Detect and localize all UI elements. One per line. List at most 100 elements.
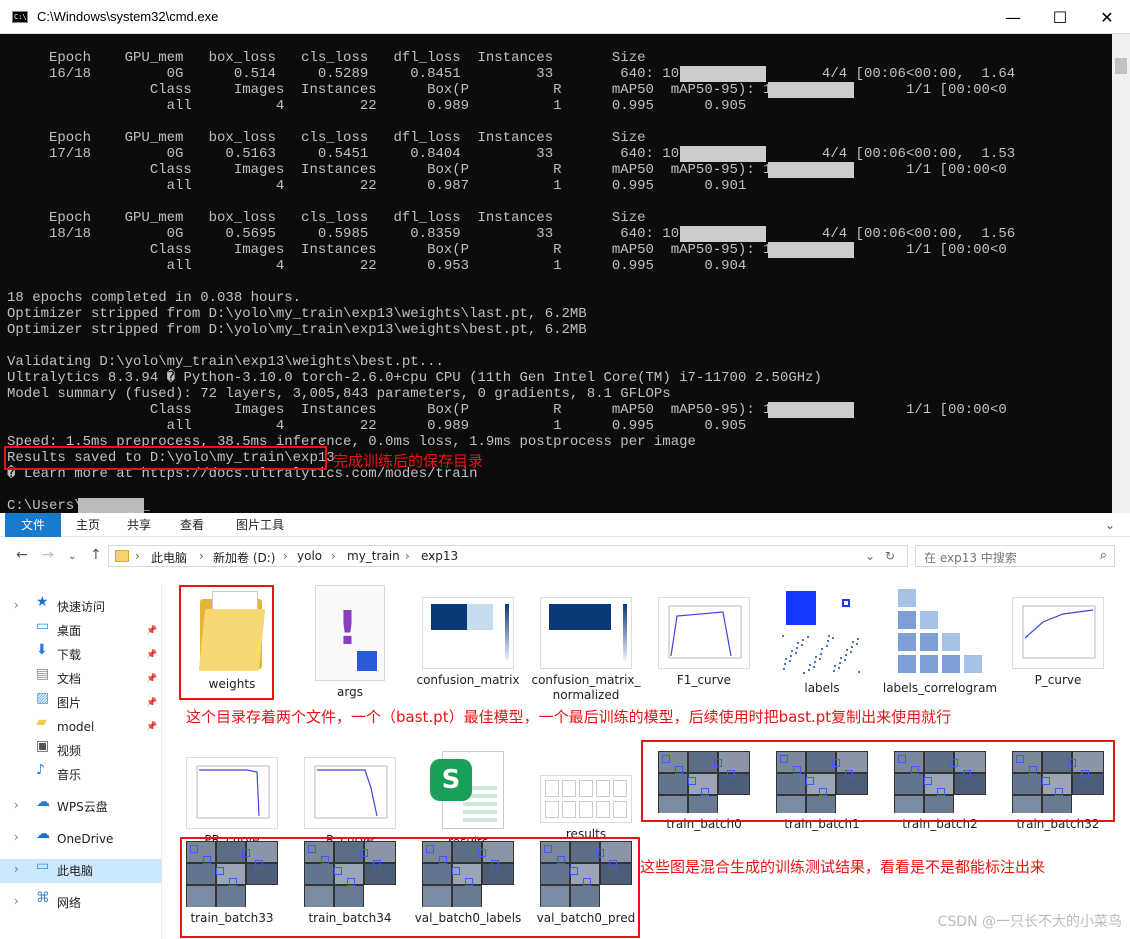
terminal-line: all 4 22 0.953 1 0.995 0.904 — [7, 258, 747, 274]
expand-chevron-icon[interactable]: › — [14, 862, 19, 876]
breadcrumb-this-pc[interactable]: 此电脑 — [151, 549, 187, 566]
scrollbar-thumb[interactable] — [1115, 58, 1127, 74]
up-icon[interactable]: ↑ — [90, 547, 102, 563]
terminal-line: Epoch GPU_mem box_loss cls_loss dfl_loss… — [7, 210, 646, 226]
cmd-title-bar[interactable]: C:\ C:\Windows\system32\cmd.exe — ☐ ✕ — [0, 0, 1130, 34]
sidebar-item-图片[interactable]: ▨ 图片 📌 — [0, 691, 162, 715]
breadcrumb-yolo[interactable]: yolo — [297, 549, 322, 563]
file-item-train_batch34[interactable]: train_batch34 — [292, 839, 408, 926]
search-input[interactable]: 在 exp13 中搜索 ⌕ — [915, 545, 1115, 567]
expand-chevron-icon[interactable]: › — [14, 598, 19, 612]
sidebar-item-文档[interactable]: ▤ 文档 📌 — [0, 667, 162, 691]
file-item-PR_curve[interactable]: PR_curve — [174, 745, 290, 848]
terminal-line: Speed: 1.5ms preprocess, 38.5ms inferenc… — [7, 434, 696, 450]
file-item-args[interactable]: ! args — [292, 585, 408, 700]
breadcrumb-my-train[interactable]: my_train — [347, 549, 400, 563]
tab-home[interactable]: 主页 — [66, 513, 110, 537]
annotation-batches: 这些图是混合生成的训练测试结果，看看是不是都能标注出来 — [640, 858, 1046, 876]
progress-bar-fill — [680, 226, 766, 242]
tab-picture-tools[interactable]: 图片工具 — [228, 513, 292, 537]
curve-plot-thumbnail — [1012, 597, 1104, 669]
terminal-line: Epoch GPU_mem box_loss cls_loss dfl_loss… — [7, 50, 646, 66]
folder-icon — [198, 589, 266, 673]
curve-plot-thumbnail — [658, 597, 750, 669]
forward-icon[interactable]: → — [42, 547, 54, 563]
annotation-weights: 这个目录存着两个文件，一个（bast.pt）最佳模型，一个最后训练的模型，后续使… — [186, 708, 952, 726]
file-item-train_batch0[interactable]: train_batch0 — [646, 745, 762, 832]
sidebar-item-视频[interactable]: ▣ 视频 — [0, 739, 162, 763]
file-item-R_curve[interactable]: R_curve — [292, 745, 408, 848]
sidebar-item-桌面[interactable]: ▭ 桌面 📌 — [0, 619, 162, 643]
curve-plot-thumbnail — [186, 757, 278, 829]
terminal-output[interactable]: Epoch GPU_mem box_loss cls_loss dfl_loss… — [0, 34, 1112, 513]
sidebar-item-音乐[interactable]: ♪ 音乐 — [0, 763, 162, 787]
watermark: CSDN @一只长不大的小菜鸟 — [937, 914, 1122, 930]
tab-file[interactable]: 文件 — [5, 513, 61, 537]
desktop-icon: ▭ — [36, 618, 50, 634]
file-item-confusion_matrix_normalized[interactable]: confusion_matrix_normalized — [528, 585, 644, 703]
file-item-labels_correlogram[interactable]: labels_correlogram — [882, 585, 998, 696]
tab-share[interactable]: 共享 — [117, 513, 161, 537]
expand-chevron-icon[interactable]: › — [14, 798, 19, 812]
terminal-scrollbar[interactable] — [1112, 34, 1130, 513]
breadcrumb-drive[interactable]: 新加卷 (D:) — [213, 549, 275, 566]
minimize-button[interactable]: — — [990, 0, 1036, 34]
sidebar-item-OneDrive[interactable]: ☁ OneDrive — [0, 827, 162, 851]
file-name: train_batch0 — [666, 817, 742, 831]
refresh-icon[interactable]: ↻ — [885, 549, 895, 563]
progress-bar-fill — [680, 146, 766, 162]
sidebar-item-label: 图片 — [57, 696, 82, 710]
maximize-button[interactable]: ☐ — [1037, 0, 1083, 34]
file-item-train_batch1[interactable]: train_batch1 — [764, 745, 880, 832]
cloud-icon: ☁ — [36, 794, 50, 810]
document-icon: ▤ — [36, 666, 50, 682]
back-icon[interactable]: ← — [16, 547, 28, 563]
sidebar-item-label: 网络 — [57, 896, 82, 910]
file-item-train_batch33[interactable]: train_batch33 — [174, 839, 290, 926]
terminal-line: Optimizer stripped from D:\yolo\my_train… — [7, 322, 587, 338]
address-bar[interactable]: › 此电脑 › 新加卷 (D:) › yolo › my_train › exp… — [108, 545, 908, 567]
address-dropdown-icon[interactable]: ⌄ — [865, 549, 875, 563]
terminal-line: Validating D:\yolo\my_train\exp13\weight… — [7, 354, 444, 370]
terminal-line: Model summary (fused): 72 layers, 3,005,… — [7, 386, 671, 402]
file-item-val_batch0_labels[interactable]: val_batch0_labels — [410, 839, 526, 926]
spreadsheet-icon: S — [428, 751, 508, 831]
training-batch-thumbnail — [776, 751, 868, 813]
onedrive-icon: ☁ — [36, 826, 50, 842]
curve-plot-thumbnail — [304, 757, 396, 829]
sidebar-item-label: WPS云盘 — [57, 800, 108, 814]
sidebar-item-model[interactable]: ▰ model 📌 — [0, 715, 162, 739]
file-item-train_batch2[interactable]: train_batch2 — [882, 745, 998, 832]
file-item-labels[interactable]: labels — [764, 585, 880, 696]
close-button[interactable]: ✕ — [1084, 0, 1130, 34]
yaml-file-icon: ! — [315, 585, 385, 681]
sidebar-item-网络[interactable]: ⌘ 网络 — [0, 891, 162, 915]
sidebar-item-此电脑[interactable]: ▭ 此电脑 — [0, 859, 162, 883]
terminal-line: 18 epochs completed in 0.038 hours. — [7, 290, 302, 306]
file-item-results[interactable]: Sresults — [410, 745, 526, 850]
tab-view[interactable]: 查看 — [170, 513, 214, 537]
file-item-val_batch0_pred[interactable]: val_batch0_pred — [528, 839, 644, 926]
ribbon-expand-icon[interactable]: ⌄ — [1100, 513, 1120, 537]
file-item-weights[interactable]: weights — [174, 585, 290, 692]
file-item-results[interactable]: results — [528, 745, 644, 842]
breadcrumb-exp13[interactable]: exp13 — [421, 549, 458, 563]
terminal-line: all 4 22 0.989 1 0.995 0.905 — [7, 98, 747, 114]
music-icon: ♪ — [36, 762, 45, 778]
expand-chevron-icon[interactable]: › — [14, 830, 19, 844]
file-item-train_batch32[interactable]: train_batch32 — [1000, 745, 1116, 832]
file-name: weights — [208, 677, 256, 691]
training-batch-thumbnail — [304, 841, 396, 907]
search-placeholder: 在 exp13 中搜索 — [924, 551, 1017, 565]
sidebar-item-快速访问[interactable]: ★ 快速访问 — [0, 595, 162, 619]
recent-chevron-icon[interactable]: ⌄ — [68, 551, 76, 562]
expand-chevron-icon[interactable]: › — [14, 894, 19, 908]
sidebar-item-WPS云盘[interactable]: ☁ WPS云盘 — [0, 795, 162, 819]
video-icon: ▣ — [36, 738, 50, 754]
sidebar-item-下载[interactable]: ⬇ 下载 📌 — [0, 643, 162, 667]
file-item-confusion_matrix[interactable]: confusion_matrix — [410, 585, 526, 688]
file-item-P_curve[interactable]: P_curve — [1000, 585, 1116, 688]
file-item-F1_curve[interactable]: F1_curve — [646, 585, 762, 688]
